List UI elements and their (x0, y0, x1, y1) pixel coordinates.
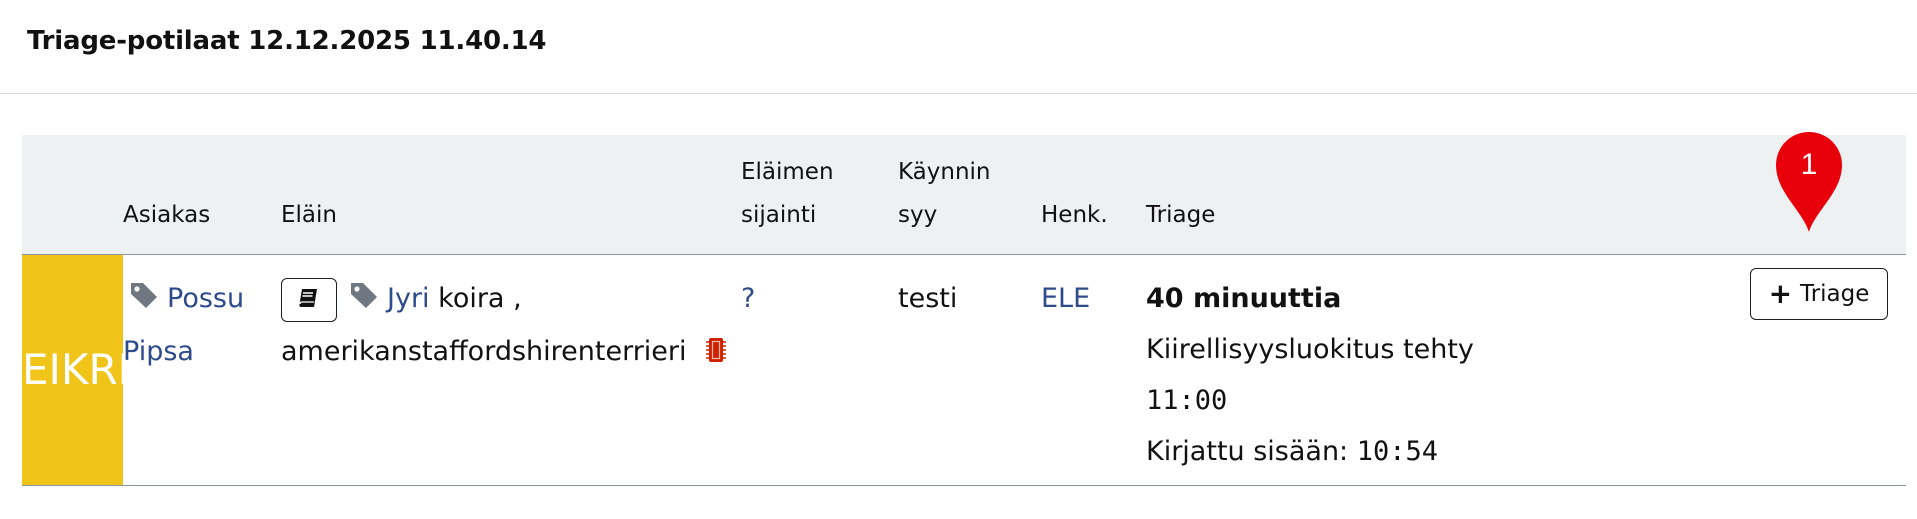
column-header-elain: Eläin (281, 202, 337, 228)
column-header-syy: Käynnin syy (898, 151, 991, 237)
annotation-marker: 1 (1774, 130, 1844, 234)
map-pin-icon (1776, 132, 1842, 232)
plus-icon: + (1768, 277, 1793, 310)
tag-icon (129, 275, 159, 326)
column-header-sijainti: Eläimen sijainti (741, 151, 834, 237)
animal-species: koira , (438, 283, 522, 314)
animal-line2: amerikanstaffordshirenterrieri (281, 326, 741, 381)
column-header-sijainti-line1: Eläimen (741, 159, 834, 185)
staff-link[interactable]: ELE (1041, 283, 1090, 314)
visit-reason: testi (898, 283, 958, 314)
location-link[interactable]: ? (741, 283, 755, 314)
customer-line2: Pipsa (123, 326, 273, 377)
column-header-triage: Triage (1146, 202, 1216, 228)
checkin-line: Kirjattu sisään: 10:54 (1146, 426, 1486, 477)
wait-time: 40 minuuttia (1146, 283, 1342, 314)
column-header-syy-line1: Käynnin (898, 159, 991, 185)
table-row: EIKRI Possu Pipsa Jyri koira , amerikans… (22, 255, 1906, 486)
triage-table: Asiakas Eläin Eläimen sijainti Käynnin s… (22, 135, 1906, 486)
triage-cell: 40 minuuttia Kiirellisyysluokitus tehty … (1146, 273, 1486, 477)
staff-cell: ELE (1041, 273, 1090, 324)
animal-breed: amerikanstaffordshirenterrieri (281, 336, 687, 367)
animal-cell: Jyri koira , amerikanstaffordshirenterri… (281, 273, 741, 381)
animal-line1: Jyri koira , (281, 273, 741, 326)
animal-name-link[interactable]: Jyri (387, 283, 430, 314)
add-triage-label: Triage (1800, 281, 1870, 307)
customer-name-link[interactable]: Possu (167, 283, 244, 314)
page-header: Triage-potilaat 12.12.2025 11.40.14 (0, 0, 1917, 94)
reason-cell: testi (898, 273, 957, 324)
column-header-henk: Henk. (1041, 202, 1108, 228)
column-header-syy-line2: syy (898, 202, 938, 228)
patient-record-button[interactable] (281, 277, 337, 322)
customer-lastname-link[interactable]: Pipsa (123, 336, 194, 367)
column-header-asiakas: Asiakas (123, 202, 211, 228)
customer-line1: Possu (123, 273, 273, 326)
tag-icon (349, 275, 379, 326)
microchip-icon (705, 330, 727, 381)
book-icon (298, 274, 320, 325)
checkin-time: 10:54 (1356, 436, 1439, 467)
column-header-sijainti-line2: sijainti (741, 202, 817, 228)
location-cell: ? (741, 273, 755, 324)
checkin-label: Kirjattu sisään: (1146, 436, 1349, 467)
annotation-marker-number: 1 (1800, 148, 1818, 181)
customer-cell: Possu Pipsa (123, 273, 273, 377)
triage-done-label: Kiirellisyysluokitus tehty (1146, 334, 1474, 365)
add-triage-button[interactable]: + Triage (1750, 268, 1888, 320)
table-header: Asiakas Eläin Eläimen sijainti Käynnin s… (22, 135, 1906, 255)
triage-done-time: 11:00 (1146, 385, 1228, 416)
priority-badge: EIKRI (22, 255, 123, 485)
page-title: Triage-potilaat 12.12.2025 11.40.14 (27, 26, 547, 56)
